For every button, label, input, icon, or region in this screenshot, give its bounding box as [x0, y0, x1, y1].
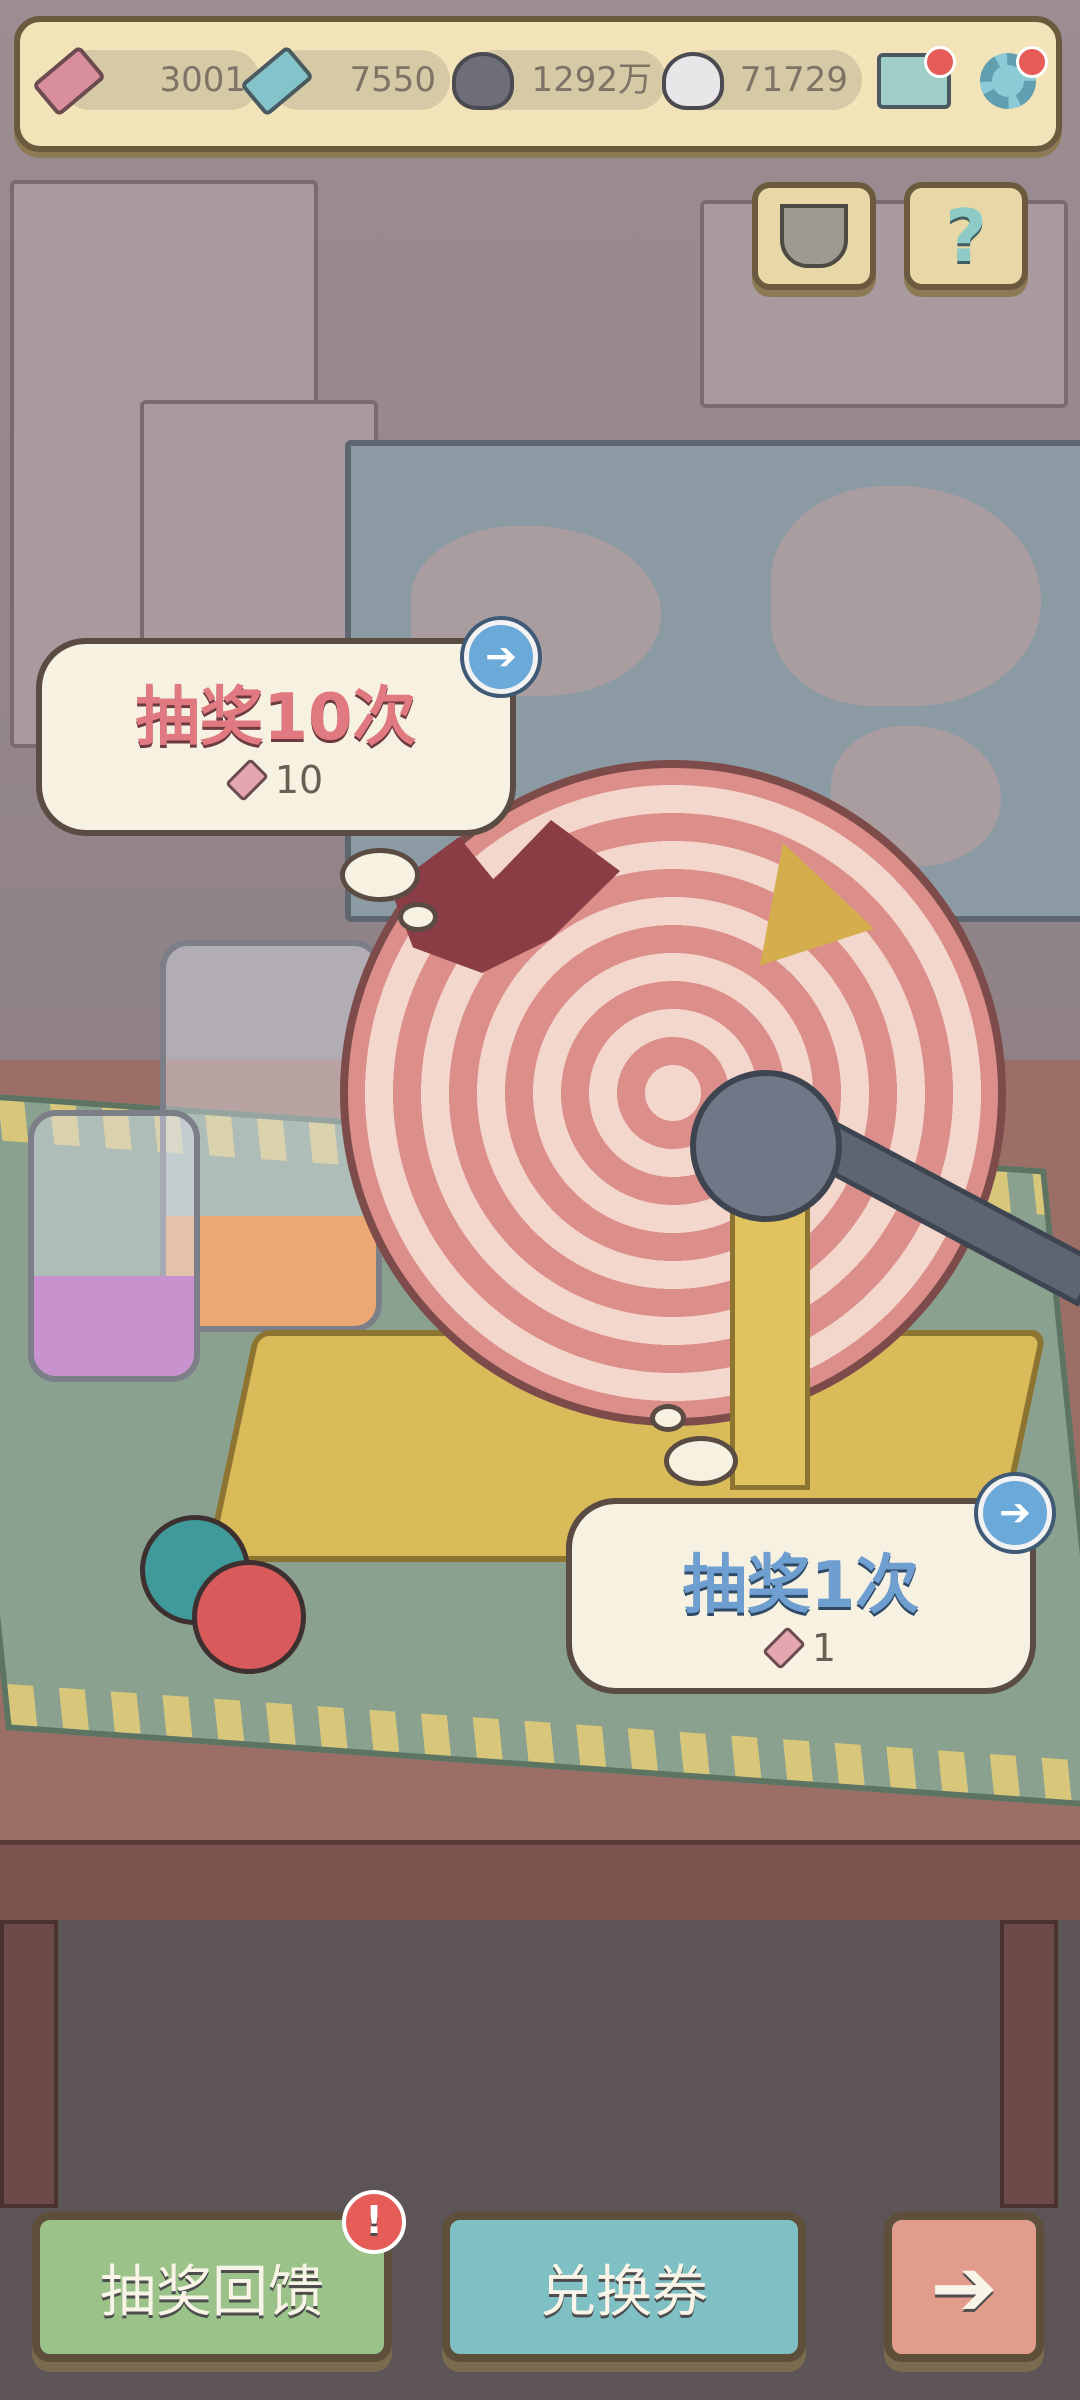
arrow-right-icon: ➔	[930, 2240, 998, 2334]
coupon-count: 7550	[349, 60, 436, 100]
draw-feedback-button[interactable]: 抽奖回馈 !	[32, 2190, 406, 2362]
exchange-coupon-button[interactable]: 兑换券	[442, 2212, 806, 2362]
light-soul-count: 71729	[739, 60, 848, 100]
trophy-button[interactable]	[752, 182, 876, 290]
currency-bar: 3001 7550 1292万 71729	[14, 16, 1062, 152]
arrow-right-icon: ➔	[464, 620, 538, 694]
red-ball	[192, 1560, 306, 1674]
ticket-icon	[761, 1626, 806, 1670]
lottery-room-scene	[0, 0, 1080, 2400]
feedback-alert-badge: !	[342, 2190, 406, 2254]
draw-ten-label: 抽奖10次	[135, 681, 417, 755]
draw-one-cost: 1	[572, 1626, 1030, 1670]
potion-jar	[28, 1110, 200, 1382]
draw-ten-cost-value: 10	[274, 758, 324, 802]
draw-feedback-label: 抽奖回馈	[100, 2259, 324, 2325]
dark-ghost-icon	[448, 42, 518, 120]
next-page-button[interactable]: ➔	[884, 2212, 1044, 2362]
thought-dot	[340, 848, 420, 902]
mail-button[interactable]	[874, 42, 956, 120]
arrow-right-icon: ➔	[978, 1476, 1052, 1550]
dark-soul-count: 1292万	[531, 60, 652, 100]
thought-dot	[650, 1404, 686, 1432]
wall-plank	[140, 400, 378, 648]
wheel-axle	[690, 1070, 842, 1222]
ticket-icon	[224, 758, 269, 802]
question-icon: ?	[945, 194, 987, 278]
trophy-icon	[780, 204, 848, 268]
ticket-count: 3001	[159, 60, 246, 100]
exchange-coupon-label: 兑换券	[540, 2259, 708, 2325]
draw-one-cost-value: 1	[811, 1626, 837, 1670]
table-edge	[0, 1840, 1080, 1930]
table-leg	[1000, 1920, 1058, 2208]
settings-notification-dot	[1016, 46, 1048, 78]
thought-dot	[664, 1436, 738, 1486]
settings-button[interactable]	[968, 42, 1048, 120]
thought-dot	[398, 902, 438, 932]
draw-ten-cost: 10	[42, 758, 510, 802]
help-button[interactable]: ?	[904, 182, 1028, 290]
draw-ten-bubble[interactable]: 抽奖10次 10 ➔	[36, 620, 538, 836]
light-ghost-icon	[658, 42, 728, 120]
draw-one-label: 抽奖1次	[682, 1549, 920, 1623]
table-leg	[0, 1920, 58, 2208]
ticket-icon	[31, 42, 107, 120]
mail-notification-dot	[924, 46, 956, 78]
draw-one-bubble[interactable]: 抽奖1次 1 ➔	[566, 1476, 1052, 1694]
coupon-icon	[239, 42, 315, 120]
